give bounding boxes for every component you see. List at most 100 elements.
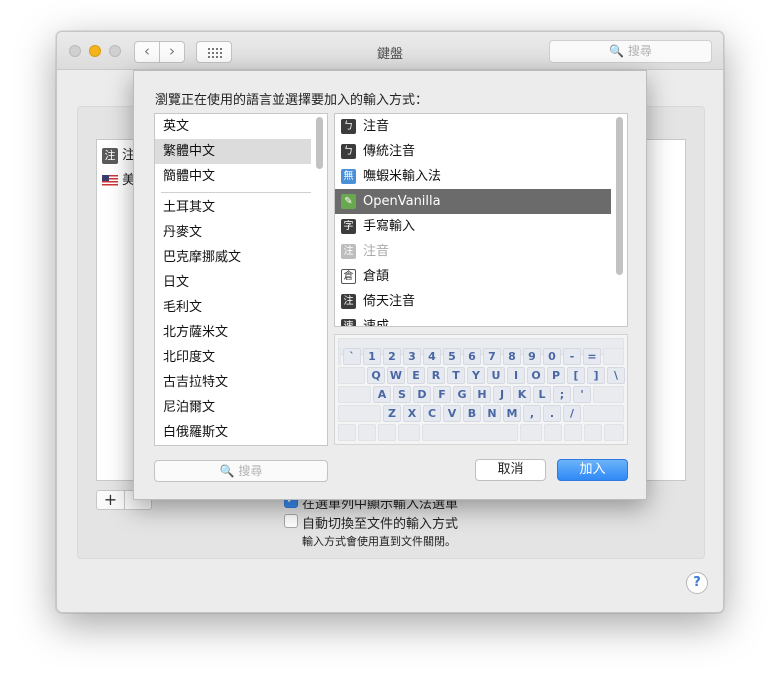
- input-method-label: 傳統注音: [363, 144, 416, 159]
- auto-switch-label: 自動切換至文件的輸入方式: [302, 517, 459, 532]
- add-input-source-sheet: 瀏覽正在使用的語言並選擇要加入的輸入方式： 英文 繁體中文 簡體中文 土耳其文 …: [133, 70, 647, 500]
- auto-switch-checkbox[interactable]: [284, 514, 298, 528]
- cancel-button[interactable]: 取消: [475, 459, 546, 481]
- keyboard-key: 7: [483, 348, 501, 365]
- keyboard-preview: ` 1 2 3 4 5 6 7 8 9 0- = Q W E R T Y U I O P[] \ A S D F G H J K L; ' …: [334, 334, 628, 445]
- window-search-field[interactable]: 🔍 搜尋: [549, 40, 712, 63]
- input-method-label: OpenVanilla: [363, 194, 441, 209]
- language-item[interactable]: 簡體中文: [155, 164, 311, 189]
- keyboard-key: 4: [423, 348, 441, 365]
- keyboard-key: J: [493, 386, 511, 403]
- blank-key: [603, 348, 624, 365]
- keyboard-key: =: [583, 348, 601, 365]
- keyboard-key: ': [573, 386, 591, 403]
- input-method-scrollbar[interactable]: [616, 117, 623, 275]
- zhuyin-icon: 注: [102, 147, 118, 164]
- input-method-item[interactable]: ㄅ 傳統注音: [335, 139, 611, 164]
- input-method-item[interactable]: 無 嘸蝦米輸入法: [335, 164, 611, 189]
- language-item[interactable]: 北印度文: [155, 345, 311, 370]
- keyboard-key: \: [607, 367, 625, 384]
- keyboard-key: 1: [363, 348, 381, 365]
- language-item[interactable]: 日文: [155, 270, 311, 295]
- space-key: [422, 424, 518, 441]
- input-method-item[interactable]: 速 速成: [335, 314, 611, 326]
- input-method-item[interactable]: 注 倚天注音: [335, 289, 611, 314]
- language-divider: [161, 192, 311, 193]
- keyboard-key: 0: [543, 348, 561, 365]
- boshiamy-icon: 無: [341, 169, 356, 184]
- language-item-selected[interactable]: 繁體中文: [155, 139, 311, 164]
- blank-key: [544, 424, 562, 441]
- help-button[interactable]: ?: [686, 572, 708, 594]
- keyboard-key: M: [503, 405, 521, 422]
- input-source-row[interactable]: 美: [102, 169, 135, 188]
- input-method-label: 嘸蝦米輸入法: [363, 169, 442, 184]
- keyboard-key: -: [563, 348, 581, 365]
- add-button[interactable]: 加入: [557, 459, 628, 481]
- language-list-scrollbar[interactable]: [316, 117, 323, 169]
- language-item[interactable]: 北方薩米文: [155, 320, 311, 345]
- blank-key: [338, 424, 356, 441]
- blank-key: [604, 424, 624, 441]
- blank-key: [584, 424, 602, 441]
- blank-key: [338, 405, 381, 422]
- language-item[interactable]: 古吉拉特文: [155, 370, 311, 395]
- keyboard-key: T: [447, 367, 465, 384]
- keyboard-key: 6: [463, 348, 481, 365]
- keyboard-key: G: [453, 386, 471, 403]
- input-method-list[interactable]: ㄅ 注音 ㄅ 傳統注音 無 嘸蝦米輸入法 ✎ OpenVanilla 字 手寫輸…: [334, 113, 628, 327]
- keyboard-key: O: [527, 367, 545, 384]
- blank-key: [338, 348, 341, 365]
- keyboard-key: U: [487, 367, 505, 384]
- keyboard-key: B: [463, 405, 481, 422]
- keyboard-key: L: [533, 386, 551, 403]
- keyboard-key: N: [483, 405, 501, 422]
- bopomofo-icon: ㄅ: [341, 144, 356, 159]
- sheet-prompt: 瀏覽正在使用的語言並選擇要加入的輸入方式：: [155, 93, 429, 108]
- keyboard-row-top: Q W E R T Y U I O P[] \: [335, 367, 627, 384]
- language-item[interactable]: 巴克摩挪威文: [155, 245, 311, 270]
- input-method-label: 注音: [363, 244, 390, 259]
- blank-key: [338, 386, 371, 403]
- input-method-label: 注音: [363, 119, 390, 134]
- language-item[interactable]: 尼泊爾文: [155, 395, 311, 420]
- input-method-item[interactable]: ㄅ 注音: [335, 114, 611, 139]
- keyboard-key: K: [513, 386, 531, 403]
- language-item[interactable]: 白俄羅斯文: [155, 420, 311, 445]
- keyboard-row-numbers: ` 1 2 3 4 5 6 7 8 9 0- =: [335, 348, 627, 365]
- handwriting-icon: 字: [341, 219, 356, 234]
- input-source-row[interactable]: 注 注: [102, 144, 135, 164]
- blank-key: [520, 424, 542, 441]
- input-method-label: 手寫輸入: [363, 219, 416, 234]
- keyboard-key: X: [403, 405, 421, 422]
- input-method-item[interactable]: 字 手寫輸入: [335, 214, 611, 239]
- keyboard-key: P: [547, 367, 565, 384]
- language-item[interactable]: 丹麥文: [155, 220, 311, 245]
- keyboard-row-home: A S D F G H J K L; ': [335, 386, 627, 403]
- keyboard-key: 3: [403, 348, 421, 365]
- keyboard-key: Z: [383, 405, 401, 422]
- language-list[interactable]: 英文 繁體中文 簡體中文 土耳其文 丹麥文 巴克摩挪威文 日文 毛利文 北方薩米…: [154, 113, 328, 446]
- keyboard-key: F: [433, 386, 451, 403]
- keyboard-key: A: [373, 386, 391, 403]
- keyboard-key: C: [423, 405, 441, 422]
- openvanilla-icon: ✎: [341, 194, 356, 209]
- add-input-source-button[interactable]: +: [97, 490, 125, 509]
- auto-switch-note: 輸入方式會使用直到文件關閉。: [302, 535, 456, 548]
- keyboard-key: R: [427, 367, 445, 384]
- input-method-item-disabled: 注 注音: [335, 239, 611, 264]
- language-item[interactable]: 毛利文: [155, 295, 311, 320]
- keyboard-key: D: [413, 386, 431, 403]
- blank-key: [583, 405, 624, 422]
- input-method-item-selected[interactable]: ✎ OpenVanilla: [335, 189, 611, 214]
- sheet-search-field[interactable]: 🔍 搜尋: [154, 460, 328, 482]
- blank-key: [564, 424, 582, 441]
- blank-key: [398, 424, 420, 441]
- language-item[interactable]: 土耳其文: [155, 195, 311, 220]
- keyboard-key: V: [443, 405, 461, 422]
- input-method-label: 倉頡: [363, 269, 390, 284]
- input-method-item[interactable]: 倉 倉頡: [335, 264, 611, 289]
- input-method-label: 倚天注音: [363, 294, 416, 309]
- keyboard-key: 9: [523, 348, 541, 365]
- language-item[interactable]: 英文: [155, 114, 311, 139]
